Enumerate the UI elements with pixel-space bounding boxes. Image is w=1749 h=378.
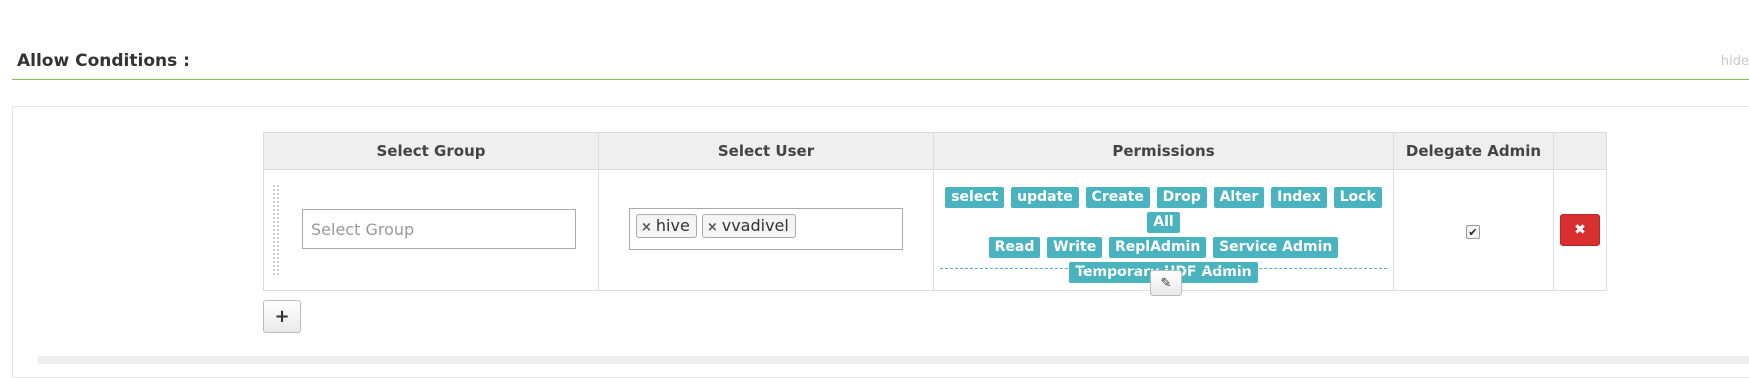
header-delegate-admin: Delegate Admin bbox=[1393, 132, 1554, 170]
user-tag: × hive bbox=[636, 214, 697, 238]
delegate-admin-checkbox[interactable]: ✔ bbox=[1466, 225, 1480, 239]
panel-footer-bar bbox=[38, 356, 1749, 364]
close-icon: ✖ bbox=[1574, 222, 1586, 238]
permission-tag: ReplAdmin bbox=[1109, 237, 1207, 258]
permission-tag: update bbox=[1011, 187, 1079, 208]
user-tag-label: hive bbox=[655, 216, 690, 235]
permissions-divider bbox=[940, 268, 1387, 269]
permissions-cell: select update Create Drop Alter Index Lo… bbox=[933, 169, 1394, 296]
hide-link[interactable]: hide bbox=[1721, 54, 1749, 69]
edit-permissions-button[interactable]: ✎ bbox=[1150, 270, 1182, 296]
select-group-input[interactable]: Select Group bbox=[302, 209, 576, 249]
actions-cell: ✖ bbox=[1553, 169, 1607, 291]
permission-tags: select update Create Drop Alter Index Lo… bbox=[940, 184, 1387, 284]
pencil-icon: ✎ bbox=[1160, 275, 1172, 291]
permission-tag: Index bbox=[1271, 187, 1327, 208]
permission-tag: Read bbox=[988, 237, 1041, 258]
delete-row-button[interactable]: ✖ bbox=[1560, 214, 1600, 246]
permission-tag: select bbox=[945, 187, 1005, 208]
delegate-admin-cell: ✔ bbox=[1393, 169, 1554, 291]
permission-tag: Alter bbox=[1213, 187, 1265, 208]
header-select-user: Select User bbox=[598, 132, 934, 170]
group-cell: Select Group bbox=[263, 169, 599, 291]
select-user-input[interactable]: × hive × vvadivel bbox=[629, 208, 903, 250]
remove-tag-icon[interactable]: × bbox=[641, 220, 652, 235]
user-cell: × hive × vvadivel bbox=[598, 169, 934, 291]
permission-tag: All bbox=[1147, 212, 1180, 233]
plus-icon: + bbox=[274, 306, 290, 327]
section-title: Allow Conditions : bbox=[17, 51, 190, 71]
section-header: Allow Conditions : hide bbox=[12, 44, 1749, 80]
permission-tag: Service Admin bbox=[1213, 237, 1339, 258]
permission-tag: Drop bbox=[1156, 187, 1207, 208]
user-tag: × vvadivel bbox=[701, 214, 796, 238]
table-row: Select Group × hive × vvadivel select updat… bbox=[263, 169, 1607, 296]
header-permissions: Permissions bbox=[933, 132, 1394, 170]
permission-tag: Write bbox=[1047, 237, 1103, 258]
permission-tag: Lock bbox=[1333, 187, 1382, 208]
policy-table: Select Group Select User Permissions Del… bbox=[263, 132, 1607, 296]
checkmark-icon: ✔ bbox=[1468, 225, 1478, 239]
table-header-row: Select Group Select User Permissions Del… bbox=[263, 132, 1607, 170]
drag-handle-icon[interactable] bbox=[272, 184, 280, 276]
header-actions bbox=[1553, 132, 1607, 170]
user-tag-label: vvadivel bbox=[721, 216, 789, 235]
permission-tag: Create bbox=[1085, 187, 1150, 208]
header-select-group: Select Group bbox=[263, 132, 599, 170]
permissions-area: select update Create Drop Alter Index Lo… bbox=[940, 184, 1387, 296]
remove-tag-icon[interactable]: × bbox=[707, 220, 718, 235]
add-row-button[interactable]: + bbox=[263, 300, 301, 333]
